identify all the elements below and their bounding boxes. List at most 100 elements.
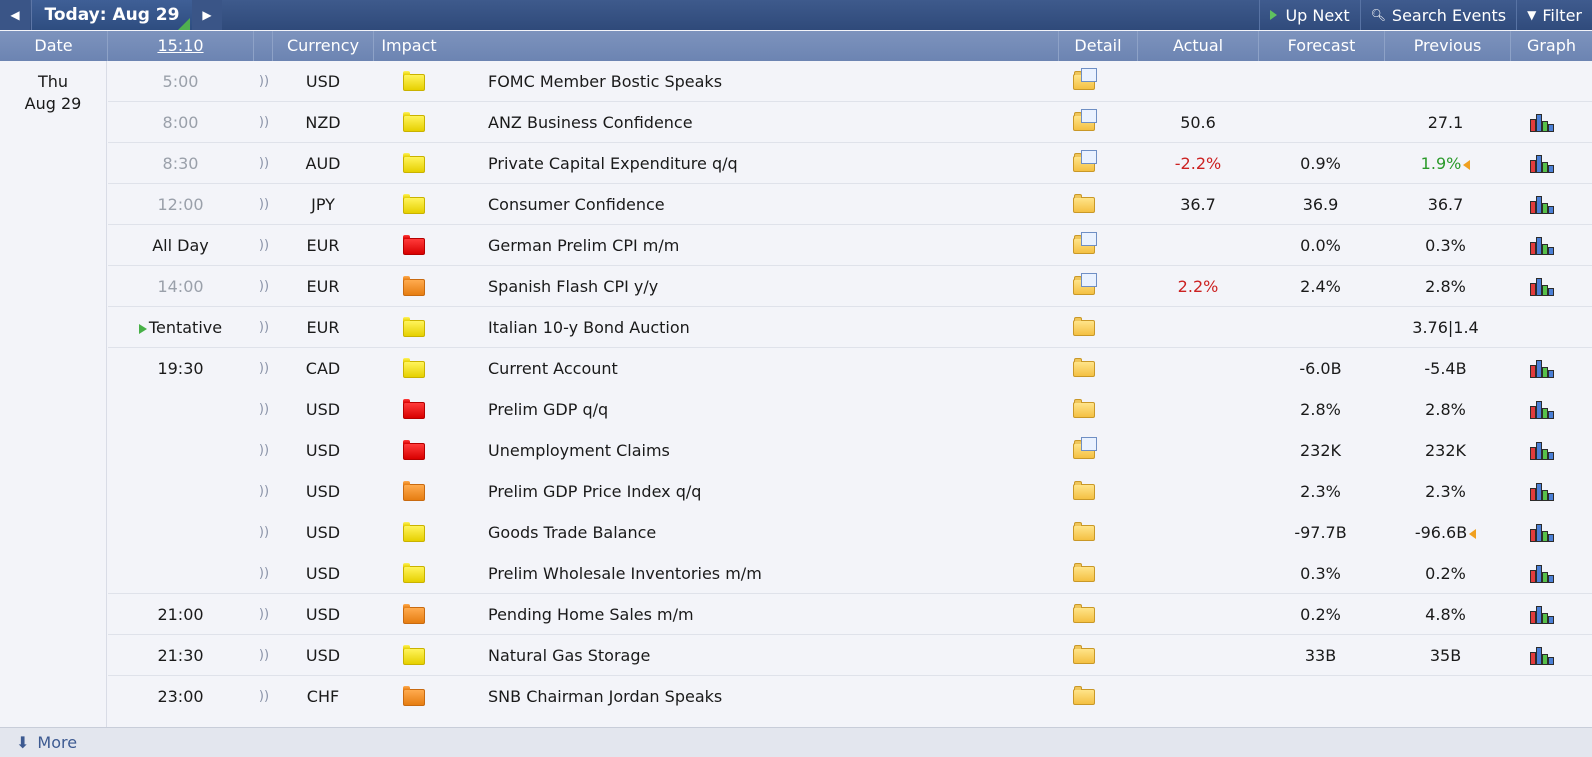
impact-yellow-icon[interactable] — [403, 317, 425, 337]
table-row[interactable]: )) USD Prelim Wholesale Inventories m/m 0.3… — [108, 553, 1592, 594]
detail-cell[interactable] — [1060, 594, 1110, 634]
table-row[interactable]: 8:00)) NZD ANZ Business Confidence 50.6 27.1 — [108, 102, 1592, 143]
event-title[interactable]: Prelim Wholesale Inventories m/m — [488, 553, 1058, 593]
detail-cell[interactable] — [1060, 225, 1110, 265]
table-row[interactable]: )) USD Goods Trade Balance -97.7B -96.6B — [108, 512, 1592, 553]
table-row[interactable]: )) USD Unemployment Claims 232K 232K — [108, 430, 1592, 471]
table-row[interactable]: 21:00)) USD Pending Home Sales m/m 0.2% 4.8% — [108, 594, 1592, 635]
table-row[interactable]: 5:00)) USD FOMC Member Bostic Speaks — [108, 61, 1592, 102]
folder-document-icon[interactable] — [1073, 437, 1097, 459]
graph-cell[interactable] — [1518, 389, 1588, 429]
detail-cell[interactable] — [1060, 266, 1110, 306]
folder-icon[interactable] — [1073, 481, 1095, 500]
detail-cell[interactable] — [1060, 676, 1110, 716]
folder-document-icon[interactable] — [1073, 273, 1097, 295]
impact-red-icon[interactable] — [403, 399, 425, 419]
bar-chart-icon[interactable] — [1530, 360, 1554, 378]
table-row[interactable]: )) USD Prelim GDP Price Index q/q 2.3% 2.3% — [108, 471, 1592, 512]
bar-chart-icon[interactable] — [1530, 278, 1554, 296]
folder-icon[interactable] — [1073, 563, 1095, 582]
folder-icon[interactable] — [1073, 358, 1095, 377]
folder-document-icon[interactable] — [1073, 109, 1097, 131]
impact-yellow-icon[interactable] — [403, 522, 425, 542]
sound-alert-icon[interactable]: )) — [256, 266, 272, 306]
sound-alert-icon[interactable]: )) — [256, 225, 272, 265]
detail-cell[interactable] — [1060, 512, 1110, 552]
sound-alert-icon[interactable]: )) — [256, 307, 272, 347]
revised-icon[interactable] — [1469, 528, 1477, 539]
sound-alert-icon[interactable]: )) — [256, 143, 272, 183]
sound-alert-icon[interactable]: )) — [256, 348, 272, 388]
event-title[interactable]: Pending Home Sales m/m — [488, 594, 1058, 634]
table-row[interactable]: 21:30)) USD Natural Gas Storage 33B 35B — [108, 635, 1592, 676]
bar-chart-icon[interactable] — [1530, 606, 1554, 624]
sound-alert-icon[interactable]: )) — [256, 635, 272, 675]
impact-yellow-icon[interactable] — [403, 563, 425, 583]
sound-alert-icon[interactable]: )) — [256, 184, 272, 224]
table-row[interactable]: 12:00)) JPY Consumer Confidence 36.7 36.9 36.… — [108, 184, 1592, 225]
event-title[interactable]: Unemployment Claims — [488, 430, 1058, 470]
table-row[interactable]: All Day)) EUR German Prelim CPI m/m 0.0% 0.3… — [108, 225, 1592, 266]
graph-cell[interactable] — [1518, 225, 1588, 265]
revised-icon[interactable] — [1463, 159, 1471, 170]
folder-icon[interactable] — [1073, 686, 1095, 705]
graph-cell[interactable] — [1518, 594, 1588, 634]
table-row[interactable]: 19:30)) CAD Current Account -6.0B -5.4B — [108, 348, 1592, 389]
impact-yellow-icon[interactable] — [403, 358, 425, 378]
folder-icon[interactable] — [1073, 604, 1095, 623]
more-bar[interactable]: ⬇ More — [0, 727, 1592, 757]
folder-icon[interactable] — [1073, 645, 1095, 664]
event-title[interactable]: Consumer Confidence — [488, 184, 1058, 224]
event-title[interactable]: FOMC Member Bostic Speaks — [488, 61, 1058, 101]
impact-orange-icon[interactable] — [403, 481, 425, 501]
detail-cell[interactable] — [1060, 307, 1110, 347]
impact-orange-icon[interactable] — [403, 686, 425, 706]
bar-chart-icon[interactable] — [1530, 565, 1554, 583]
graph-cell[interactable] — [1518, 348, 1588, 388]
detail-cell[interactable] — [1060, 553, 1110, 593]
bar-chart-icon[interactable] — [1530, 114, 1554, 132]
more-link[interactable]: ⬇ More — [8, 733, 77, 752]
event-title[interactable]: Natural Gas Storage — [488, 635, 1058, 675]
table-row[interactable]: 14:00)) EUR Spanish Flash CPI y/y 2.2% 2.4% 2… — [108, 266, 1592, 307]
sound-alert-icon[interactable]: )) — [256, 102, 272, 142]
table-row[interactable]: Tentative)) EUR Italian 10-y Bond Auction 3… — [108, 307, 1592, 348]
bar-chart-icon[interactable] — [1530, 237, 1554, 255]
sound-alert-icon[interactable]: )) — [256, 553, 272, 593]
graph-cell[interactable] — [1518, 143, 1588, 183]
folder-document-icon[interactable] — [1073, 232, 1097, 254]
bar-chart-icon[interactable] — [1530, 524, 1554, 542]
detail-cell[interactable] — [1060, 430, 1110, 470]
sound-alert-icon[interactable]: )) — [256, 61, 272, 101]
sound-alert-icon[interactable]: )) — [256, 430, 272, 470]
event-title[interactable]: German Prelim CPI m/m — [488, 225, 1058, 265]
folder-icon[interactable] — [1073, 522, 1095, 541]
event-title[interactable]: Italian 10-y Bond Auction — [488, 307, 1058, 347]
detail-cell[interactable] — [1060, 348, 1110, 388]
event-title[interactable]: Private Capital Expenditure q/q — [488, 143, 1058, 183]
graph-cell[interactable] — [1518, 430, 1588, 470]
graph-cell[interactable] — [1518, 102, 1588, 142]
table-row[interactable]: 23:00)) CHF SNB Chairman Jordan Speaks — [108, 676, 1592, 717]
sound-alert-icon[interactable]: )) — [256, 594, 272, 634]
detail-cell[interactable] — [1060, 102, 1110, 142]
bar-chart-icon[interactable] — [1530, 401, 1554, 419]
detail-cell[interactable] — [1060, 61, 1110, 101]
table-row[interactable]: )) USD Prelim GDP q/q 2.8% 2.8% — [108, 389, 1592, 430]
bar-chart-icon[interactable] — [1530, 483, 1554, 501]
filter-button[interactable]: ▼ Filter — [1516, 0, 1592, 30]
sound-alert-icon[interactable]: )) — [256, 389, 272, 429]
impact-red-icon[interactable] — [403, 235, 425, 255]
graph-cell[interactable] — [1518, 635, 1588, 675]
folder-document-icon[interactable] — [1073, 68, 1097, 90]
impact-orange-icon[interactable] — [403, 604, 425, 624]
impact-yellow-icon[interactable] — [403, 645, 425, 665]
event-title[interactable]: Spanish Flash CPI y/y — [488, 266, 1058, 306]
sound-alert-icon[interactable]: )) — [256, 471, 272, 511]
sound-alert-icon[interactable]: )) — [256, 676, 272, 716]
bar-chart-icon[interactable] — [1530, 196, 1554, 214]
graph-cell[interactable] — [1518, 512, 1588, 552]
event-title[interactable]: Prelim GDP q/q — [488, 389, 1058, 429]
today-button[interactable]: Today: Aug 29 — [31, 0, 193, 30]
impact-yellow-icon[interactable] — [403, 153, 425, 173]
